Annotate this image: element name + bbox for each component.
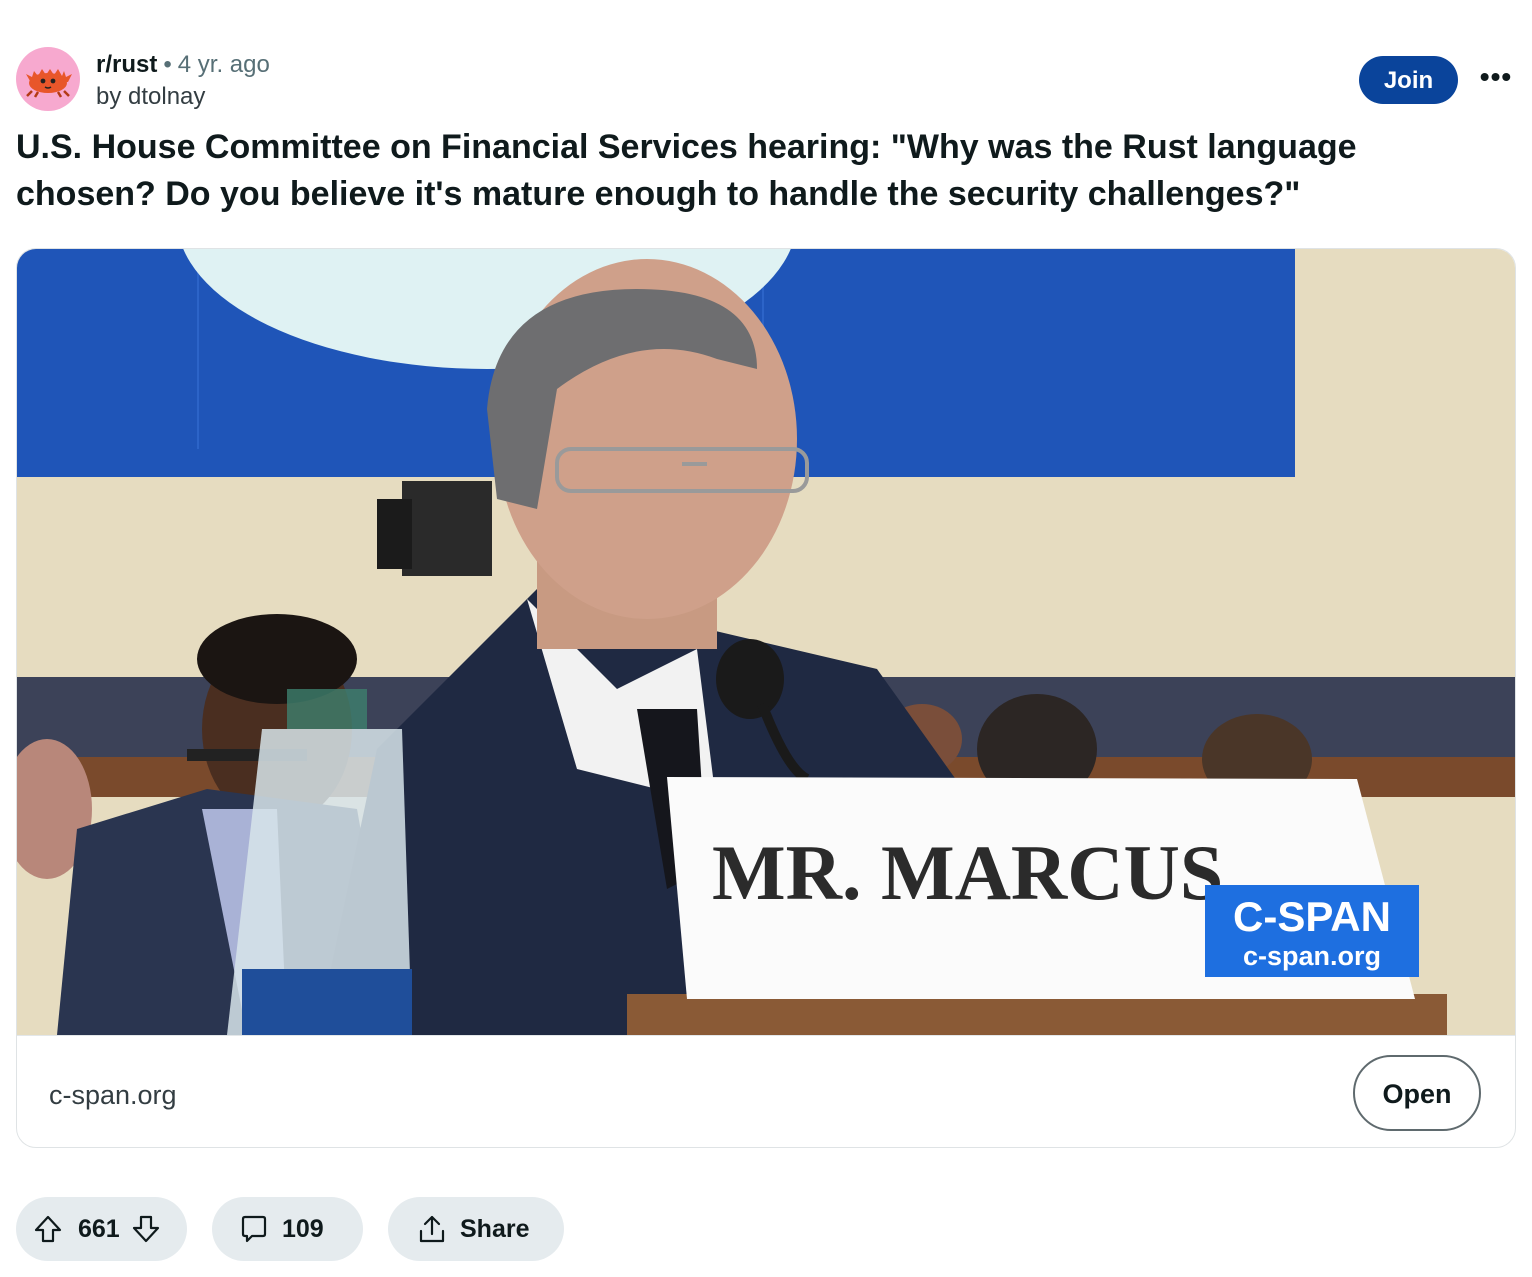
cspan-url: c-span.org (1243, 941, 1381, 971)
share-label: Share (460, 1214, 530, 1243)
vote-pill: 661 (16, 1197, 187, 1261)
post-age: 4 yr. ago (177, 51, 270, 78)
comments-button[interactable]: 109 (212, 1197, 363, 1261)
link-card-footer: c-span.org Open (17, 1035, 1515, 1147)
subreddit-name[interactable]: r/rust (96, 51, 157, 78)
comment-count: 109 (282, 1214, 324, 1243)
post: r/rust • 4 yr. ago by dtolnay Join ••• U.S… (0, 0, 1532, 1277)
cspan-logo: C-SPAN (1233, 893, 1391, 940)
upvote-icon[interactable] (32, 1213, 64, 1245)
open-button[interactable]: Open (1353, 1055, 1481, 1131)
post-meta: r/rust • 4 yr. ago by dtolnay (96, 50, 270, 112)
ferris-crab-icon (26, 69, 72, 98)
share-button[interactable]: Share (388, 1197, 564, 1261)
upvote-count: 661 (78, 1214, 120, 1243)
comment-icon (241, 1215, 267, 1243)
link-card[interactable]: MR. MARCUS C-SPAN c-span.org c-span.org … (16, 248, 1516, 1148)
share-icon (419, 1215, 445, 1243)
subreddit-avatar[interactable] (16, 47, 80, 111)
more-icon[interactable]: ••• (1474, 62, 1518, 98)
post-title[interactable]: U.S. House Committee on Financial Servic… (16, 124, 1496, 218)
join-button[interactable]: Join (1359, 56, 1458, 104)
link-domain[interactable]: c-span.org (49, 1080, 177, 1111)
nameplate-text: MR. MARCUS (712, 829, 1223, 916)
post-author[interactable]: by dtolnay (96, 82, 270, 112)
meta-separator: • (163, 51, 172, 78)
link-thumbnail[interactable]: MR. MARCUS C-SPAN c-span.org (17, 249, 1515, 1035)
downvote-icon[interactable] (130, 1213, 162, 1245)
